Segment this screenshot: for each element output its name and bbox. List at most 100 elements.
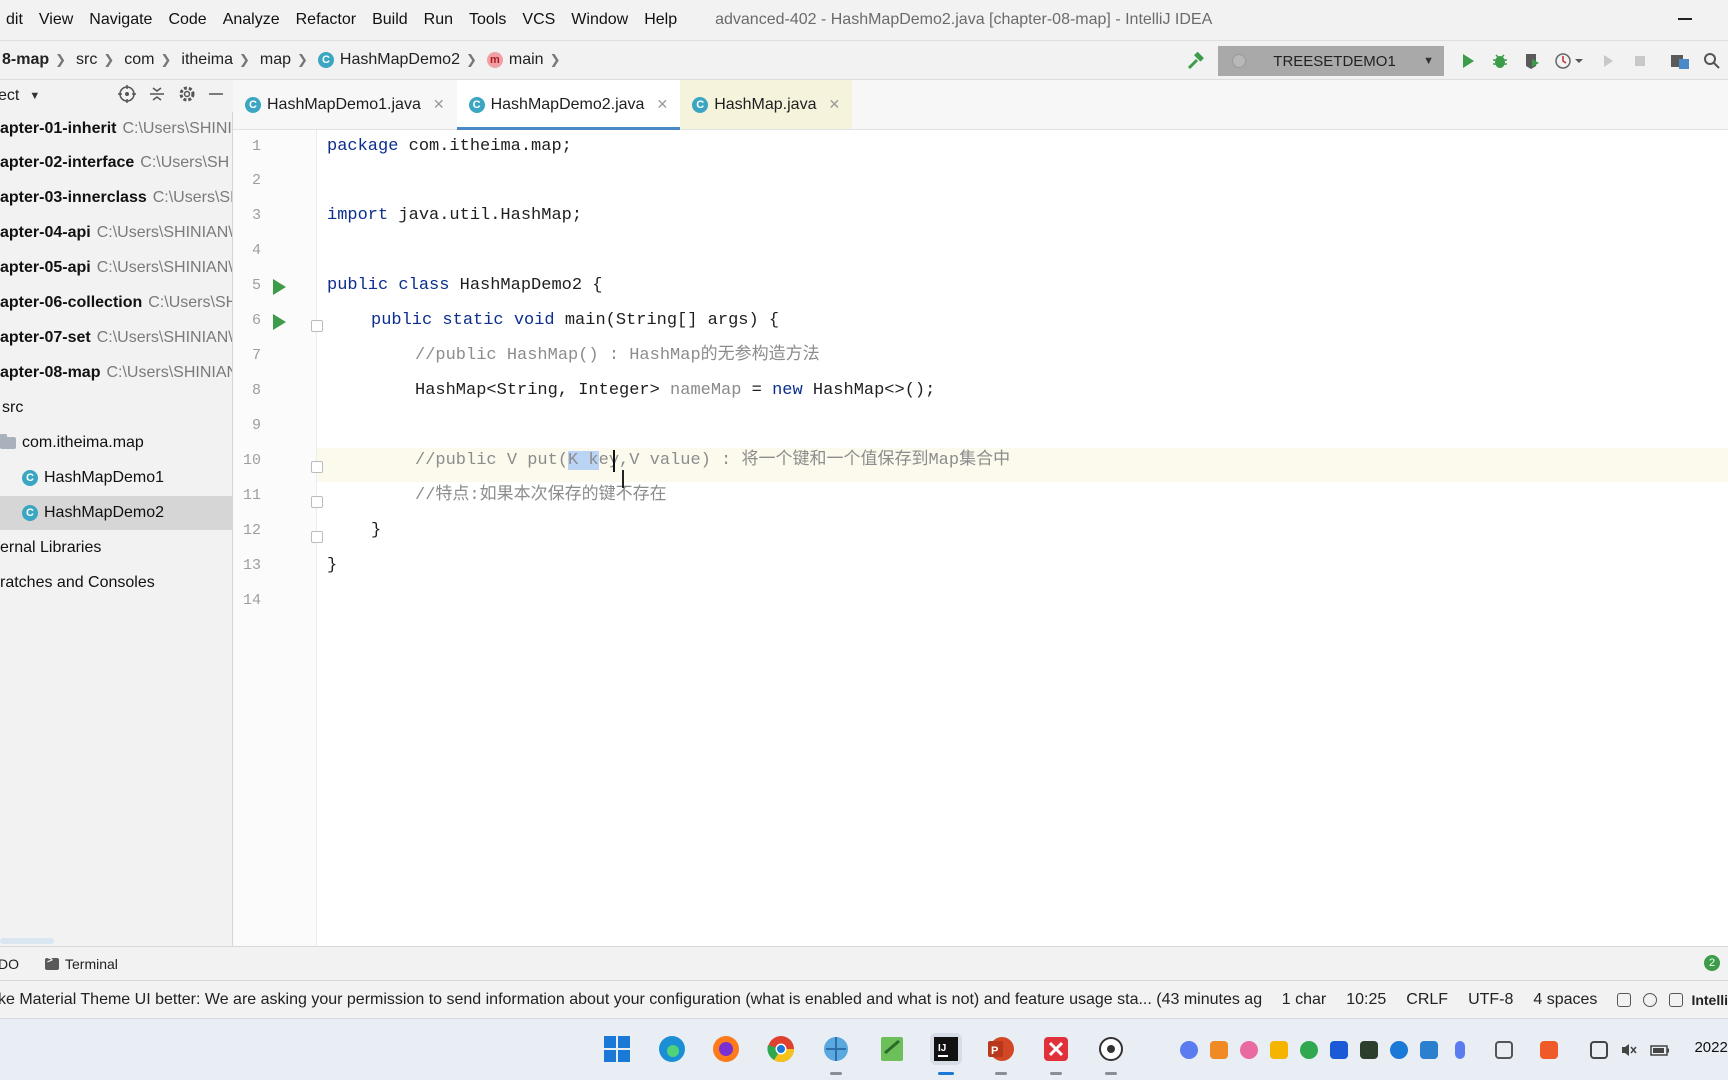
stop-icon[interactable] [1626,47,1654,75]
edge-browser-icon[interactable] [656,1033,688,1065]
intellij-idea-icon[interactable]: IJ [930,1033,962,1075]
fold-icon[interactable] [311,531,323,543]
tray-app-icon[interactable] [1300,1041,1318,1059]
display-icon[interactable] [1590,1041,1608,1059]
project-structure-icon[interactable] [1666,47,1694,75]
caret-position[interactable]: 10:25 [1346,991,1386,1009]
breadcrumb-src[interactable]: src [72,51,101,69]
tree-item-class[interactable]: C HashMapDemo1 [0,461,232,495]
chevron-down-icon[interactable]: ▼ [29,90,40,102]
menu-view[interactable]: View [31,0,81,40]
breadcrumb-map[interactable]: map [256,51,295,69]
bluetooth-icon[interactable] [1390,1041,1408,1059]
inspector-icon[interactable] [1669,992,1684,1007]
close-icon[interactable]: ✕ [828,96,840,113]
event-log-badge[interactable]: 2 [1704,955,1720,971]
tray-app-icon[interactable] [1180,1041,1198,1059]
menu-navigate[interactable]: Navigate [81,0,160,40]
tree-item-module[interactable]: apter-06-collection C:\Users\SH [0,286,232,320]
hide-panel-icon[interactable] [207,85,225,108]
firefox-icon[interactable] [710,1033,742,1065]
microphone-icon[interactable] [1455,1041,1465,1059]
recorder-app-icon[interactable] [1095,1033,1127,1075]
breadcrumb-class[interactable]: C HashMapDemo2 [314,51,464,69]
run-configuration-select[interactable]: TREESETDEMO1 ▼ [1218,46,1444,76]
speaker-muted-icon[interactable] [1620,1041,1638,1059]
menu-vcs[interactable]: VCS [514,0,563,40]
tray-app-icon[interactable] [1270,1041,1288,1059]
chrome-icon[interactable] [765,1033,797,1065]
locate-file-icon[interactable] [117,84,137,109]
tree-item-module[interactable]: apter-01-inherit C:\Users\SHINI [0,112,232,146]
file-encoding[interactable]: UTF-8 [1468,991,1513,1009]
breadcrumb-itheima[interactable]: itheima [177,51,237,69]
tree-item-module[interactable]: apter-04-api C:\Users\SHINIAN\ [0,216,232,250]
code-editor[interactable]: 1 2 3 4 5 6 7 8 9 10 11 12 13 14 package… [233,130,1728,946]
build-hammer-icon[interactable] [1182,47,1210,75]
fold-icon[interactable] [311,320,323,332]
tree-item-module[interactable]: apter-02-interface C:\Users\SH [0,146,232,180]
battery-icon[interactable] [1650,1041,1669,1059]
menu-tools[interactable]: Tools [461,0,514,40]
input-method-icon[interactable] [1495,1041,1513,1059]
network-app-icon[interactable] [820,1033,852,1075]
search-everywhere-icon[interactable] [1698,47,1726,75]
menu-analyze[interactable]: Analyze [215,0,288,40]
status-message[interactable]: ke Material Theme UI better: We are aski… [0,991,1262,1009]
minimize-button[interactable] [1672,6,1698,32]
indent-setting[interactable]: 4 spaces [1533,991,1597,1009]
close-icon[interactable]: ✕ [656,96,668,113]
tree-item-scratches[interactable]: ratches and Consoles [0,566,232,600]
project-view-selector[interactable]: ect [0,87,19,105]
breadcrumb-module[interactable]: 8-map [0,51,53,69]
tray-app-icon[interactable] [1330,1041,1348,1059]
menu-build[interactable]: Build [364,0,416,40]
profiler-icon[interactable] [1550,47,1590,75]
tree-item-module[interactable]: apter-05-api C:\Users\SHINIAN\ [0,251,232,285]
menu-window[interactable]: Window [563,0,636,40]
tree-item-package[interactable]: com.itheima.map [0,426,232,460]
windows-start-icon[interactable] [601,1033,633,1065]
menu-run[interactable]: Run [416,0,461,40]
powerpoint-icon[interactable]: P [985,1033,1017,1075]
fold-icon[interactable] [311,461,323,473]
debug-icon[interactable] [1486,47,1514,75]
tab-hashmapdemo1[interactable]: C HashMapDemo1.java ✕ [233,80,457,129]
tree-item-external-libraries[interactable]: ernal Libraries [0,531,232,565]
resume-icon[interactable] [1594,47,1622,75]
run-icon[interactable] [1454,47,1482,75]
notepad-app-icon[interactable] [876,1033,908,1065]
breadcrumb-com[interactable]: com [120,51,158,69]
xmind-icon[interactable] [1040,1033,1072,1075]
sogou-ime-icon[interactable] [1540,1041,1558,1059]
horizontal-scrollbar[interactable] [0,938,54,944]
tree-item-src[interactable]: src [0,391,232,425]
tray-app-icon[interactable] [1210,1041,1228,1059]
collapse-all-icon[interactable] [147,84,167,109]
taskbar-clock[interactable]: 2022/ [1694,1039,1728,1056]
menu-refactor[interactable]: Refactor [288,0,364,40]
tree-item-module[interactable]: apter-07-set C:\Users\SHINIAN\ [0,321,232,355]
menu-code[interactable]: Code [160,0,214,40]
menu-help[interactable]: Help [636,0,685,40]
terminal-tool-tab[interactable]: Terminal [45,955,118,972]
breadcrumb-method[interactable]: m main [483,51,548,69]
tab-hashmap[interactable]: C HashMap.java ✕ [680,80,853,129]
close-icon[interactable]: ✕ [433,96,445,113]
lock-icon[interactable] [1617,992,1632,1007]
line-separator[interactable]: CRLF [1406,991,1448,1009]
security-shield-icon[interactable] [1420,1041,1438,1059]
tree-item-module[interactable]: apter-08-map C:\Users\SHINIAN [0,356,232,390]
menu-edit[interactable]: dit [0,0,31,40]
power-save-icon[interactable] [1643,992,1658,1007]
tree-item-class-selected[interactable]: C HashMapDemo2 [0,496,232,530]
tray-app-icon[interactable] [1240,1041,1258,1059]
nvidia-icon[interactable] [1360,1041,1378,1059]
todo-tool-tab[interactable]: DO [0,956,19,972]
run-main-icon[interactable] [273,314,286,330]
fold-icon[interactable] [311,496,323,508]
tree-item-module[interactable]: apter-03-innerclass C:\Users\SH [0,181,232,215]
tab-hashmapdemo2[interactable]: C HashMapDemo2.java ✕ [456,80,681,130]
gear-icon[interactable] [177,84,197,109]
coverage-icon[interactable] [1518,47,1546,75]
